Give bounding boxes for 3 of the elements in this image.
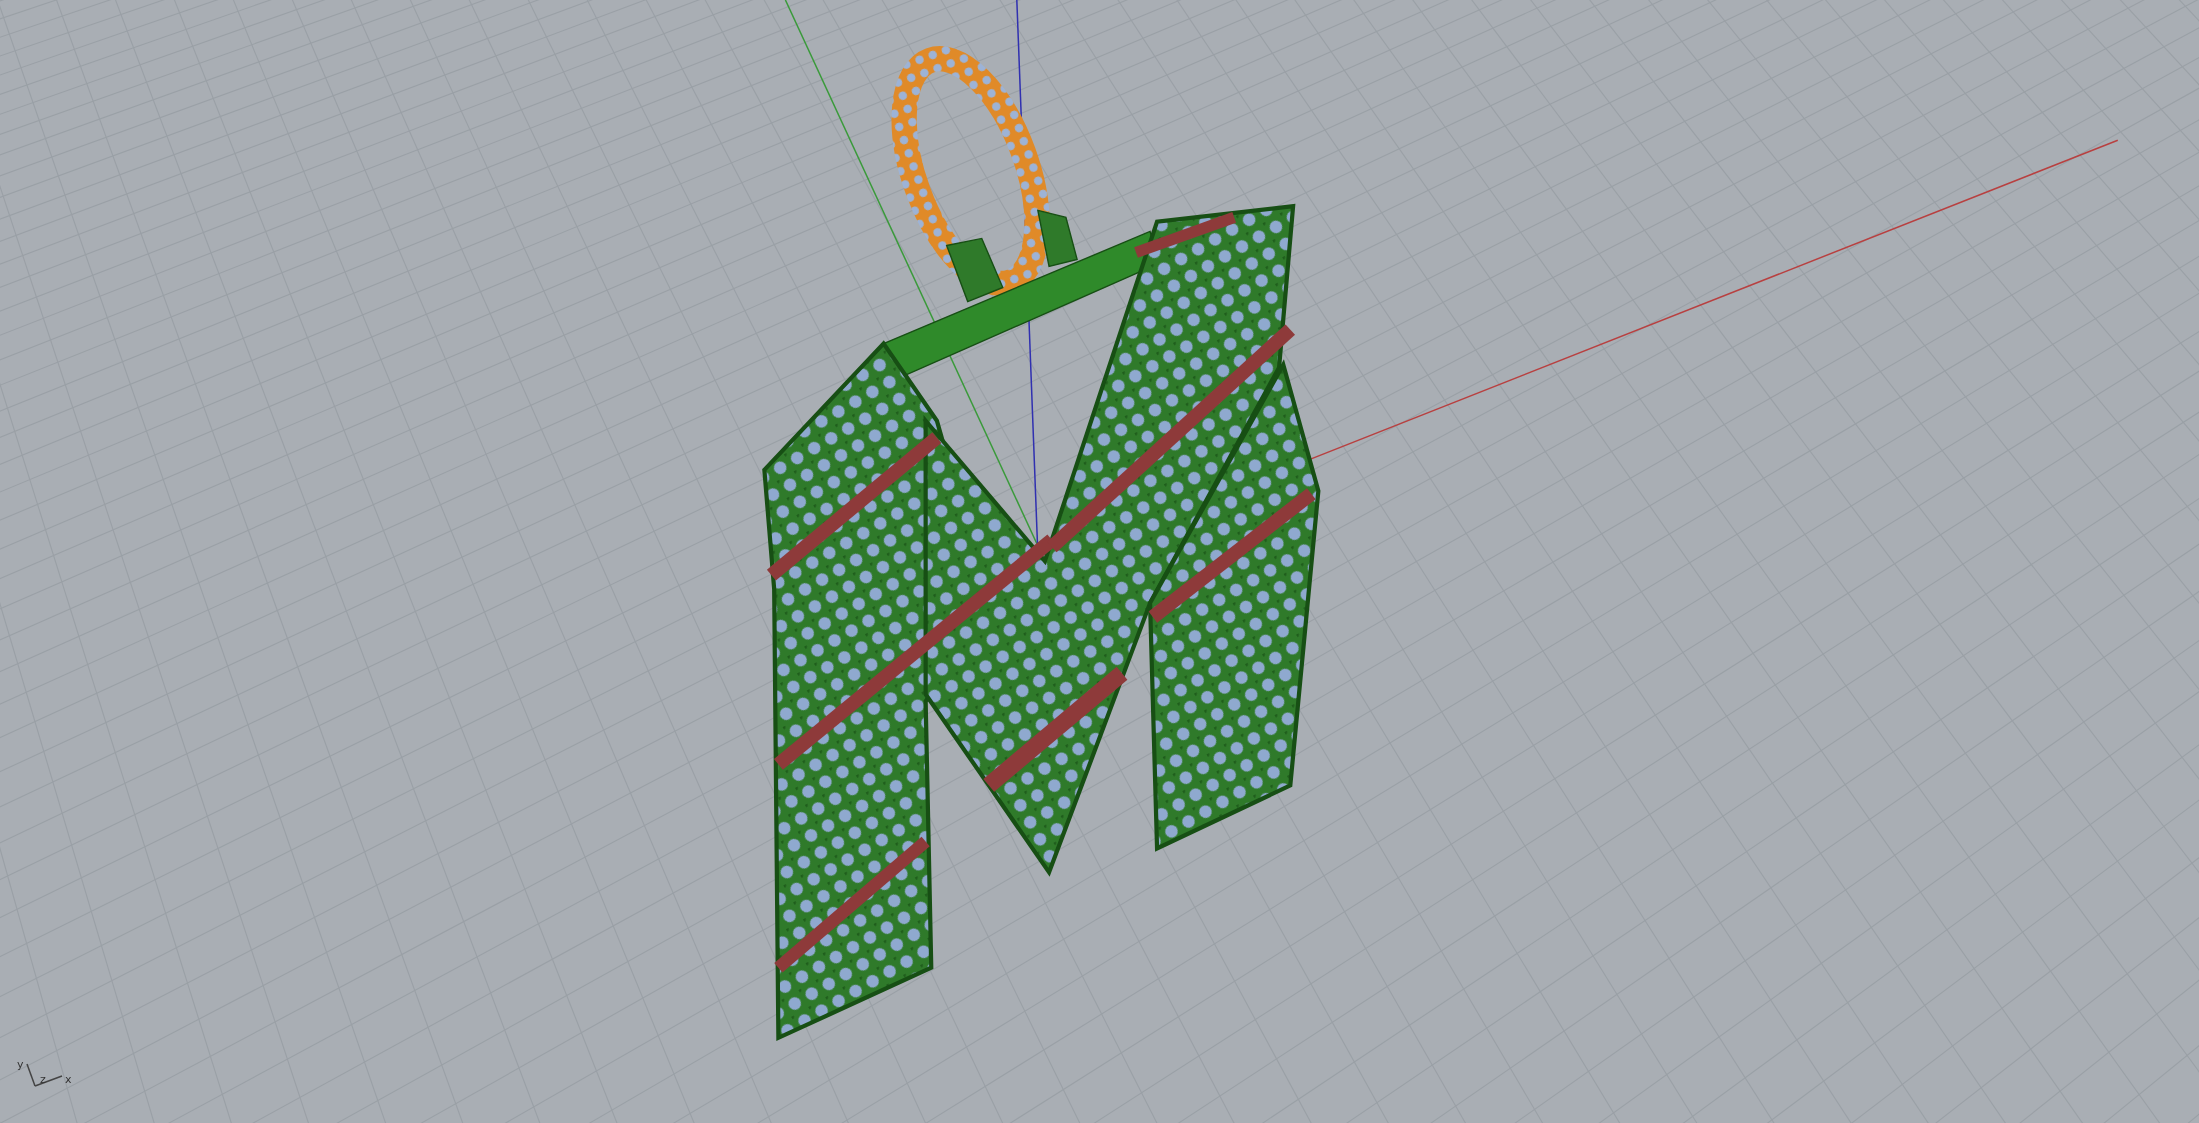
axis-label: y	[17, 1058, 24, 1071]
axis-label: x	[65, 1073, 72, 1086]
axis-label: z	[40, 1073, 46, 1086]
